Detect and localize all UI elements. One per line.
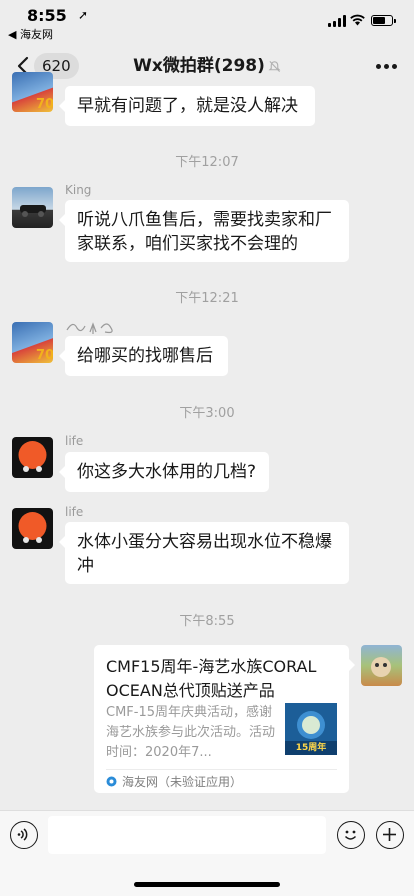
svg-text:70: 70 [36,348,53,363]
app-source-icon [106,776,117,787]
avatar[interactable]: 70 [12,72,53,112]
mute-icon [268,60,281,72]
emoji-icon[interactable] [337,821,365,849]
avatar[interactable] [12,187,53,228]
more-icon[interactable] [376,64,398,69]
card-thumbnail: 15周年 [285,703,337,755]
message-bubble[interactable]: 水体小蛋分大容易出现水位不稳爆冲 [59,522,349,584]
sender-name: King [65,183,92,197]
location-arrow-icon: ➚ [78,8,89,22]
card-source[interactable]: 海友网（未验证应用） [106,773,242,791]
message-bubble[interactable]: 听说八爪鱼售后，需要找卖家和厂家联系，咱们买家找不会理的 [59,200,349,262]
timestamp: 下午3:00 [179,406,235,421]
my-avatar[interactable] [361,645,402,686]
status-time: 8:55 [27,6,67,25]
card-thumbnail-label: 15周年 [295,743,327,753]
card-description: CMF-15周年庆典活动，感谢海艺水族参与此次活动。活动时间：2020年7... [106,705,276,760]
voice-icon[interactable] [10,821,38,849]
back-to-app-link[interactable]: ◀ 海友网 [8,26,53,42]
card-source-label: 海友网（未验证应用） [122,775,243,789]
timestamp: 下午12:21 [175,291,239,306]
message-bubble[interactable]: 你这多大水体用的几档? [59,452,269,492]
home-indicator[interactable] [134,882,280,887]
plus-icon[interactable] [376,821,404,849]
avatar[interactable] [12,508,53,549]
chat-header: Wx微拍群(298) 620 [0,44,414,88]
svg-text:70: 70 [36,97,53,112]
sender-name: life [65,434,84,448]
timestamp: 下午12:07 [175,155,239,170]
timestamp: 下午8:55 [179,614,235,629]
message-bubble[interactable]: 给哪买的找哪售后 [59,336,228,376]
wifi-icon [350,14,365,26]
message-bubble[interactable]: 早就有问题了，就是没人解决 [59,86,315,126]
card-title: CMF15周年-海艺水族CORAL OCEAN总代顶贴送产品 [106,657,317,700]
message-input[interactable] [48,816,326,854]
sender-name-decoration [66,322,113,334]
status-bar: 8:55 ➚ ◀ 海友网 [0,0,414,44]
battery-icon [371,15,396,26]
cellular-signal-icon [328,15,348,27]
sender-name: life [65,505,84,519]
avatar[interactable] [12,437,53,478]
divider [106,769,337,770]
shared-link-card[interactable]: CMF15周年-海艺水族CORAL OCEAN总代顶贴送产品 CMF-15周年庆… [94,645,355,793]
avatar[interactable]: 70 [12,322,53,363]
